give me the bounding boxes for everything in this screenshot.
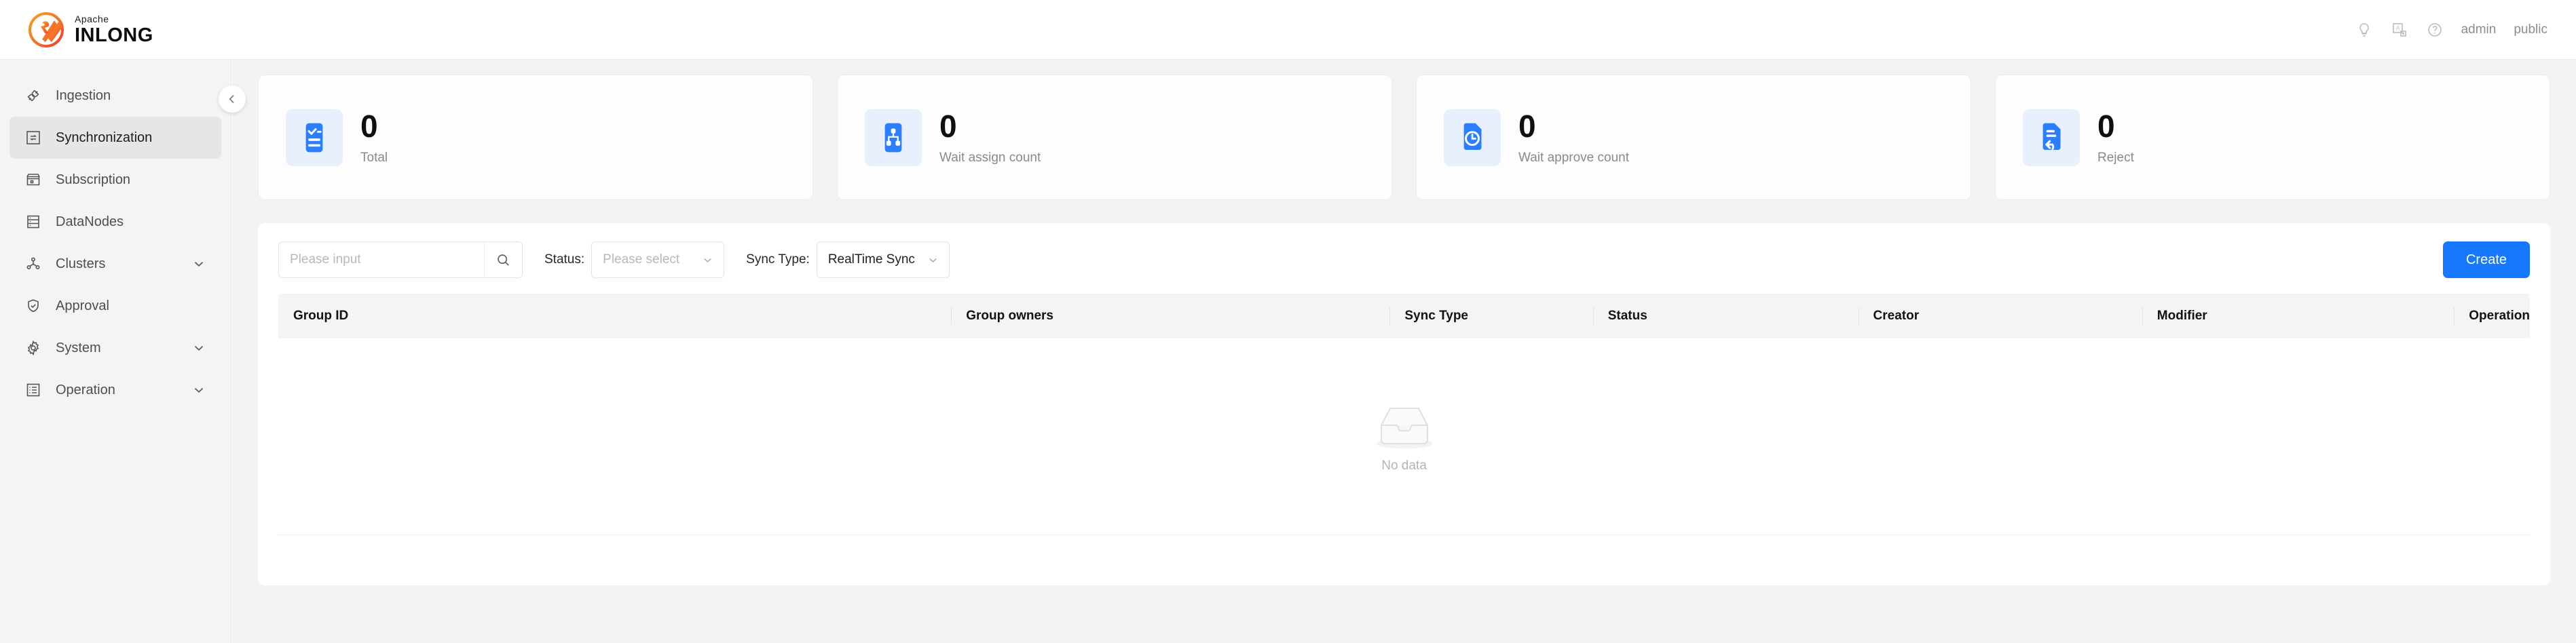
stat-card-total[interactable]: 0 Total bbox=[258, 75, 813, 200]
stat-value: 0 bbox=[939, 110, 1041, 142]
column-header-operation[interactable]: Operation bbox=[2454, 294, 2530, 338]
column-header-group-id[interactable]: Group ID bbox=[278, 294, 951, 338]
column-header-sync-type[interactable]: Sync Type bbox=[1389, 294, 1592, 338]
stat-card-text: 0 Reject bbox=[2097, 110, 2134, 165]
stat-card-text: 0 Total bbox=[360, 110, 388, 165]
logo-inlong-text: INLONG bbox=[75, 24, 153, 46]
column-header-status[interactable]: Status bbox=[1593, 294, 1859, 338]
sidebar-item-label: System bbox=[56, 340, 101, 355]
sync-icon bbox=[24, 129, 42, 147]
chevron-down-icon bbox=[701, 254, 714, 267]
gear-icon bbox=[24, 339, 42, 357]
sidebar-item-datanodes[interactable]: DataNodes bbox=[10, 201, 221, 243]
stat-card-wait-approve[interactable]: 0 Wait approve count bbox=[1416, 75, 1971, 200]
stat-card-list: 0 Total 0 Wait assign count bbox=[258, 75, 2550, 200]
empty-state-text: No data bbox=[1381, 459, 1427, 473]
stat-value: 0 bbox=[2097, 110, 2134, 142]
sidebar-collapse-button[interactable] bbox=[219, 85, 246, 113]
tenant-menu[interactable]: public bbox=[2514, 22, 2547, 37]
column-header-creator[interactable]: Creator bbox=[1859, 294, 2142, 338]
empty-state: No data bbox=[1366, 400, 1442, 473]
sidebar-item-subscription[interactable]: Subscription bbox=[10, 159, 221, 201]
stat-card-wait-assign[interactable]: 0 Wait assign count bbox=[837, 75, 1392, 200]
shop-icon bbox=[24, 171, 42, 189]
shield-icon bbox=[24, 297, 42, 315]
help-icon[interactable] bbox=[2426, 21, 2444, 39]
status-filter-label: Status: bbox=[544, 252, 584, 267]
column-header-group-owners[interactable]: Group owners bbox=[951, 294, 1389, 338]
empty-box-icon bbox=[1366, 400, 1442, 453]
chevron-down-icon bbox=[927, 254, 939, 267]
doc-clock-icon bbox=[1444, 109, 1501, 166]
sidebar-item-label: Subscription bbox=[56, 172, 130, 187]
cluster-icon bbox=[24, 255, 42, 273]
sidebar-item-ingestion[interactable]: Ingestion bbox=[10, 75, 221, 117]
inlong-logo-icon bbox=[27, 11, 65, 49]
sidebar-item-system[interactable]: System bbox=[10, 327, 221, 369]
table-body: No data bbox=[278, 338, 2530, 535]
logo-apache-text: Apache bbox=[75, 14, 153, 24]
sidebar-item-label: Clusters bbox=[56, 256, 105, 271]
chevron-down-icon[interactable] bbox=[191, 383, 206, 397]
sync-type-select-value: RealTime Sync bbox=[828, 252, 915, 267]
stat-label: Wait approve count bbox=[1518, 151, 1629, 165]
user-menu[interactable]: admin bbox=[2461, 22, 2497, 37]
sidebar: Ingestion Synchronization Subscription bbox=[0, 60, 231, 643]
stat-value: 0 bbox=[360, 110, 388, 142]
stat-card-text: 0 Wait approve count bbox=[1518, 110, 1629, 165]
stat-label: Wait assign count bbox=[939, 151, 1041, 165]
language-icon[interactable]: A bbox=[2391, 21, 2408, 39]
chevron-down-icon[interactable] bbox=[191, 256, 206, 271]
sidebar-item-label: Synchronization bbox=[56, 130, 152, 145]
database-icon bbox=[24, 213, 42, 231]
sync-group-table: Group ID Group owners Sync Type Status C… bbox=[278, 294, 2530, 535]
stat-label: Reject bbox=[2097, 151, 2134, 165]
stat-card-text: 0 Wait assign count bbox=[939, 110, 1041, 165]
hierarchy-icon bbox=[865, 109, 922, 166]
app-header: Apache INLONG A admin public bbox=[0, 0, 2576, 60]
sidebar-item-label: Approval bbox=[56, 298, 109, 313]
sync-type-select[interactable]: RealTime Sync bbox=[817, 241, 950, 278]
plug-icon bbox=[24, 87, 42, 104]
stat-value: 0 bbox=[1518, 110, 1629, 142]
create-button[interactable]: Create bbox=[2443, 241, 2530, 278]
bulb-icon[interactable] bbox=[2355, 21, 2373, 39]
status-select-value: Please select bbox=[603, 252, 679, 267]
search-icon[interactable] bbox=[484, 242, 522, 277]
filter-toolbar: Status: Please select Sync Type: RealTim… bbox=[278, 241, 2530, 279]
stat-label: Total bbox=[360, 151, 388, 165]
sidebar-item-label: Operation bbox=[56, 383, 115, 397]
column-header-modifier[interactable]: Modifier bbox=[2142, 294, 2454, 338]
sidebar-item-label: DataNodes bbox=[56, 214, 124, 229]
sidebar-item-approval[interactable]: Approval bbox=[10, 285, 221, 327]
main-content: 0 Total 0 Wait assign count bbox=[232, 60, 2576, 643]
status-select[interactable]: Please select bbox=[591, 241, 724, 278]
checklist-doc-icon bbox=[286, 109, 343, 166]
svg-text:A: A bbox=[2395, 25, 2400, 31]
doc-return-icon bbox=[2023, 109, 2080, 166]
sidebar-item-operation[interactable]: Operation bbox=[10, 369, 221, 411]
sync-list-panel: Status: Please select Sync Type: RealTim… bbox=[258, 223, 2550, 585]
app-logo[interactable]: Apache INLONG bbox=[27, 11, 153, 49]
search-box[interactable] bbox=[278, 241, 523, 278]
header-actions: A admin public bbox=[2355, 21, 2547, 39]
chevron-down-icon[interactable] bbox=[191, 340, 206, 355]
sidebar-item-label: Ingestion bbox=[56, 88, 111, 103]
stat-card-reject[interactable]: 0 Reject bbox=[1995, 75, 2550, 200]
sidebar-item-synchronization[interactable]: Synchronization bbox=[10, 117, 221, 159]
search-input[interactable] bbox=[279, 242, 484, 277]
logo-wordmark: Apache INLONG bbox=[75, 14, 153, 46]
sidebar-item-clusters[interactable]: Clusters bbox=[10, 243, 221, 285]
list-icon bbox=[24, 381, 42, 399]
sync-type-filter-label: Sync Type: bbox=[746, 252, 810, 267]
table-header-row: Group ID Group owners Sync Type Status C… bbox=[278, 294, 2530, 338]
